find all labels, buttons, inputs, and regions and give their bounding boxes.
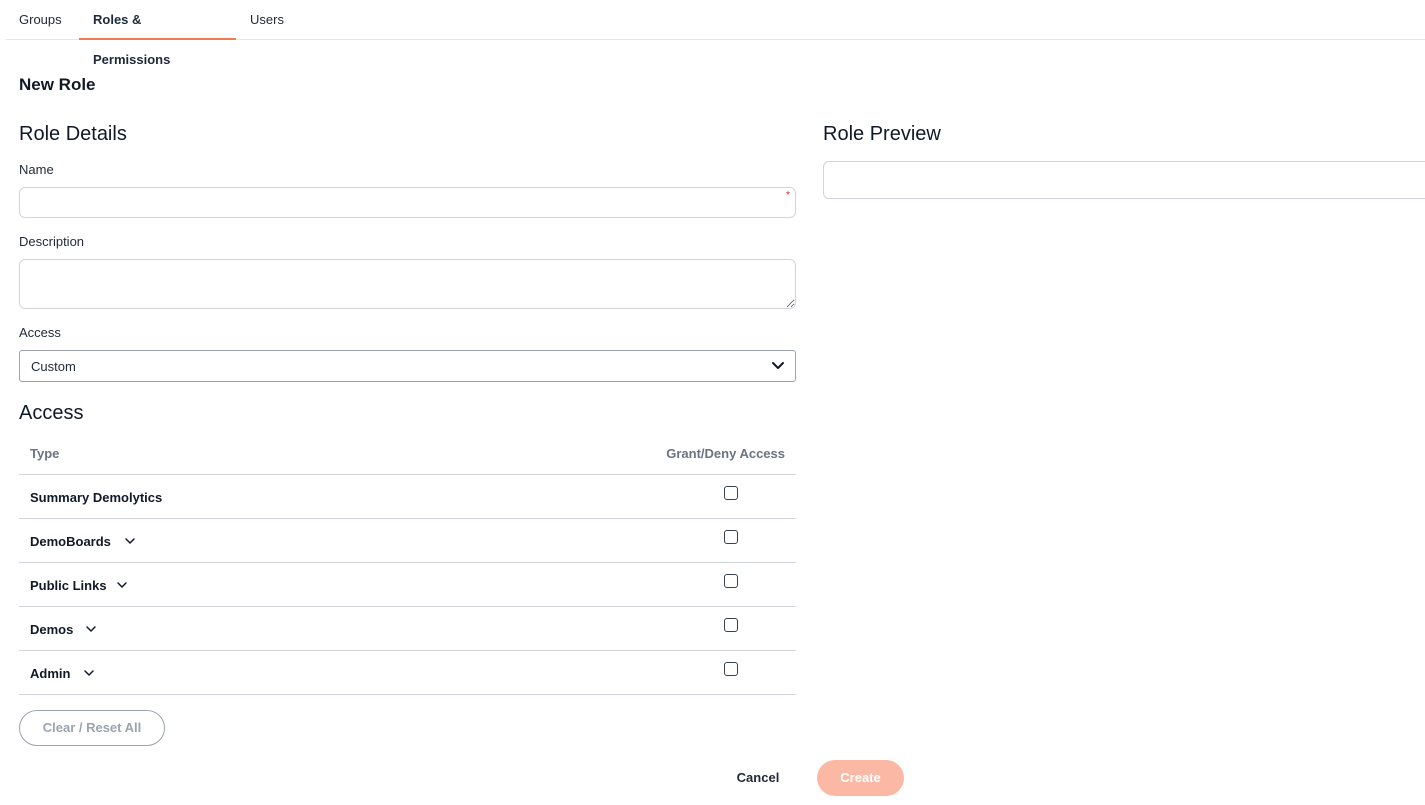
name-label: Name <box>19 162 54 177</box>
row-label[interactable]: DemoBoards <box>30 534 111 549</box>
create-button[interactable]: Create <box>817 760 904 796</box>
row-label[interactable]: Demos <box>30 622 73 637</box>
row-label[interactable]: Admin <box>30 666 70 681</box>
name-input[interactable] <box>19 187 796 218</box>
access-select-value: Custom <box>31 359 76 374</box>
grant-checkbox[interactable] <box>724 618 738 632</box>
chevron-down-icon[interactable] <box>116 580 128 590</box>
role-details-heading: Role Details <box>19 123 127 145</box>
tab-groups[interactable]: Groups <box>5 0 76 40</box>
column-header-grant-deny: Grant/Deny Access <box>666 446 785 461</box>
description-textarea[interactable] <box>19 259 796 309</box>
required-marker: * <box>786 190 790 201</box>
chevron-down-icon <box>772 362 784 369</box>
page-title: New Role <box>19 75 96 94</box>
grant-checkbox[interactable] <box>724 662 738 676</box>
tab-roles-permissions[interactable]: Roles & Permissions <box>79 0 236 67</box>
table-header: Type Grant/Deny Access <box>19 431 796 475</box>
tab-bar: Groups Roles & Permissions Users <box>5 0 1425 67</box>
grant-checkbox[interactable] <box>724 486 738 500</box>
grant-checkbox[interactable] <box>724 574 738 588</box>
row-label[interactable]: Public Links <box>30 578 107 593</box>
chevron-down-icon[interactable] <box>83 668 95 678</box>
chevron-down-icon[interactable] <box>124 536 136 546</box>
access-label: Access <box>19 325 61 340</box>
table-row: Admin <box>19 651 796 695</box>
cancel-button[interactable]: Cancel <box>722 760 794 796</box>
table-row: Demos <box>19 607 796 651</box>
table-row: Public Links <box>19 563 796 607</box>
clear-reset-all-button[interactable]: Clear / Reset All <box>19 710 165 746</box>
description-label: Description <box>19 234 85 249</box>
role-preview-heading: Role Preview <box>823 123 941 145</box>
access-select[interactable]: Custom <box>19 350 796 382</box>
chevron-down-icon[interactable] <box>85 624 97 634</box>
tab-users[interactable]: Users <box>236 0 298 40</box>
column-header-type: Type <box>30 446 60 461</box>
row-label: Summary Demolytics <box>30 490 163 505</box>
role-preview-box <box>823 161 1425 199</box>
access-table: Type Grant/Deny Access Summary Demolytic… <box>19 431 796 695</box>
table-row: Summary Demolytics <box>19 475 796 519</box>
table-row: DemoBoards <box>19 519 796 563</box>
grant-checkbox[interactable] <box>724 530 738 544</box>
access-heading: Access <box>19 402 84 424</box>
